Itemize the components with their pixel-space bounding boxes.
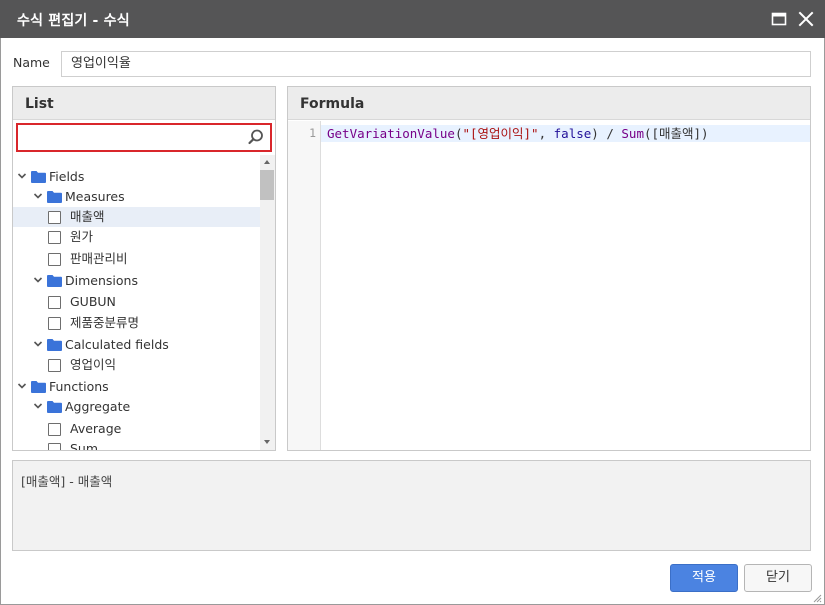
formula-panel-title: Formula xyxy=(300,96,365,112)
formula-panel-header: Formula xyxy=(288,87,810,120)
list-panel-header: List xyxy=(13,87,275,120)
chevron-down-icon[interactable] xyxy=(33,192,43,200)
formula-panel: Formula 1 GetVariationValue("[영업이익]", fa… xyxy=(287,86,811,451)
checkbox[interactable] xyxy=(48,253,61,266)
list-panel-title: List xyxy=(25,96,54,112)
tree-item-label: 판매관리비 xyxy=(70,251,128,266)
tree-folder[interactable]: Functions xyxy=(13,377,260,397)
formula-token: "[영업이익]" xyxy=(462,126,539,141)
close-button[interactable]: 닫기 xyxy=(744,564,812,592)
scroll-up-arrow-icon[interactable] xyxy=(264,160,270,164)
folder-icon xyxy=(47,339,62,351)
line-number: 1 xyxy=(309,126,316,140)
dialog-titlebar: 수식 편집기 - 수식 xyxy=(0,0,825,38)
search-box xyxy=(16,123,272,152)
tree-item[interactable]: 매출액 xyxy=(13,207,260,227)
tree-item-label: 제품중분류명 xyxy=(70,315,140,330)
tree-folder-label: Functions xyxy=(49,379,109,394)
tree-item[interactable]: Average xyxy=(13,419,260,439)
checkbox[interactable] xyxy=(48,211,61,224)
tree-item[interactable]: 영업이익 xyxy=(13,355,260,375)
window-maximize-icon[interactable] xyxy=(769,9,789,29)
folder-icon xyxy=(47,191,62,203)
formula-editor[interactable]: GetVariationValue("[영업이익]", false) / Sum… xyxy=(327,125,709,142)
tree-folder-label: Calculated fields xyxy=(65,337,169,352)
checkbox[interactable] xyxy=(48,423,61,436)
checkbox[interactable] xyxy=(48,231,61,244)
formula-token: , xyxy=(538,126,554,141)
tree-scrollbar[interactable] xyxy=(260,155,275,450)
tree-item-label: Average xyxy=(70,421,122,436)
formula-token: ) / xyxy=(591,126,622,141)
checkbox[interactable] xyxy=(48,296,61,309)
tree-item-label: 매출액 xyxy=(70,209,105,224)
tree-folder[interactable]: Fields xyxy=(13,167,260,187)
dialog-title: 수식 편집기 - 수식 xyxy=(17,13,130,29)
formula-token: ([매출액]) xyxy=(643,126,709,141)
line-number-gutter: 1 xyxy=(288,121,321,450)
scroll-thumb[interactable] xyxy=(260,170,274,200)
formula-token: Sum xyxy=(621,126,644,141)
folder-icon xyxy=(31,381,46,393)
tree-folder-label: Aggregate xyxy=(65,399,131,414)
search-input[interactable] xyxy=(21,127,241,148)
tree-item-label: GUBUN xyxy=(70,294,116,309)
close-icon[interactable] xyxy=(796,9,816,29)
description-text: [매출액] - 매출액 xyxy=(21,474,113,489)
name-label: Name xyxy=(13,55,50,70)
chevron-down-icon[interactable] xyxy=(33,340,43,348)
chevron-down-icon[interactable] xyxy=(17,172,27,180)
scroll-down-arrow-icon[interactable] xyxy=(264,440,270,444)
chevron-down-icon[interactable] xyxy=(33,276,43,284)
description-panel: [매출액] - 매출액 xyxy=(12,460,811,551)
tree-folder[interactable]: Measures xyxy=(13,187,260,207)
tree-item[interactable]: 원가 xyxy=(13,227,260,247)
tree-folder-label: Measures xyxy=(65,189,125,204)
tree-item[interactable]: GUBUN xyxy=(13,292,260,312)
checkbox[interactable] xyxy=(48,443,61,450)
tree-folder-label: Dimensions xyxy=(65,273,138,288)
tree-item[interactable]: 제품중분류명 xyxy=(13,313,260,333)
search-icon[interactable] xyxy=(247,128,265,146)
checkbox[interactable] xyxy=(48,317,61,330)
chevron-down-icon[interactable] xyxy=(33,402,43,410)
formula-token: GetVariationValue xyxy=(327,126,455,141)
tree-folder[interactable]: Aggregate xyxy=(13,397,260,417)
apply-button[interactable]: 적용 xyxy=(670,564,738,592)
tree-folder-label: Fields xyxy=(49,169,85,184)
resize-grip-icon[interactable] xyxy=(812,592,822,603)
chevron-down-icon[interactable] xyxy=(17,382,27,390)
folder-icon xyxy=(47,401,62,413)
checkbox[interactable] xyxy=(48,359,61,372)
folder-icon xyxy=(47,275,62,287)
tree-folder[interactable]: Dimensions xyxy=(13,271,260,291)
list-panel: List Fields Measures 매출액원가판매관리비 Dimensions G… xyxy=(12,86,276,451)
tree-item[interactable]: 판매관리비 xyxy=(13,249,260,269)
tree-item-label: 원가 xyxy=(70,229,94,244)
field-tree: Fields Measures 매출액원가판매관리비 Dimensions GUBUN 제… xyxy=(13,155,260,450)
tree-folder[interactable]: Calculated fields xyxy=(13,335,260,355)
tree-item[interactable]: Sum xyxy=(13,439,260,450)
folder-icon xyxy=(31,171,46,183)
formula-token: false xyxy=(553,126,592,141)
tree-item-label: Sum xyxy=(70,441,99,450)
tree-item-label: 영업이익 xyxy=(70,357,117,372)
name-input[interactable]: 영업이익율 xyxy=(61,51,811,77)
